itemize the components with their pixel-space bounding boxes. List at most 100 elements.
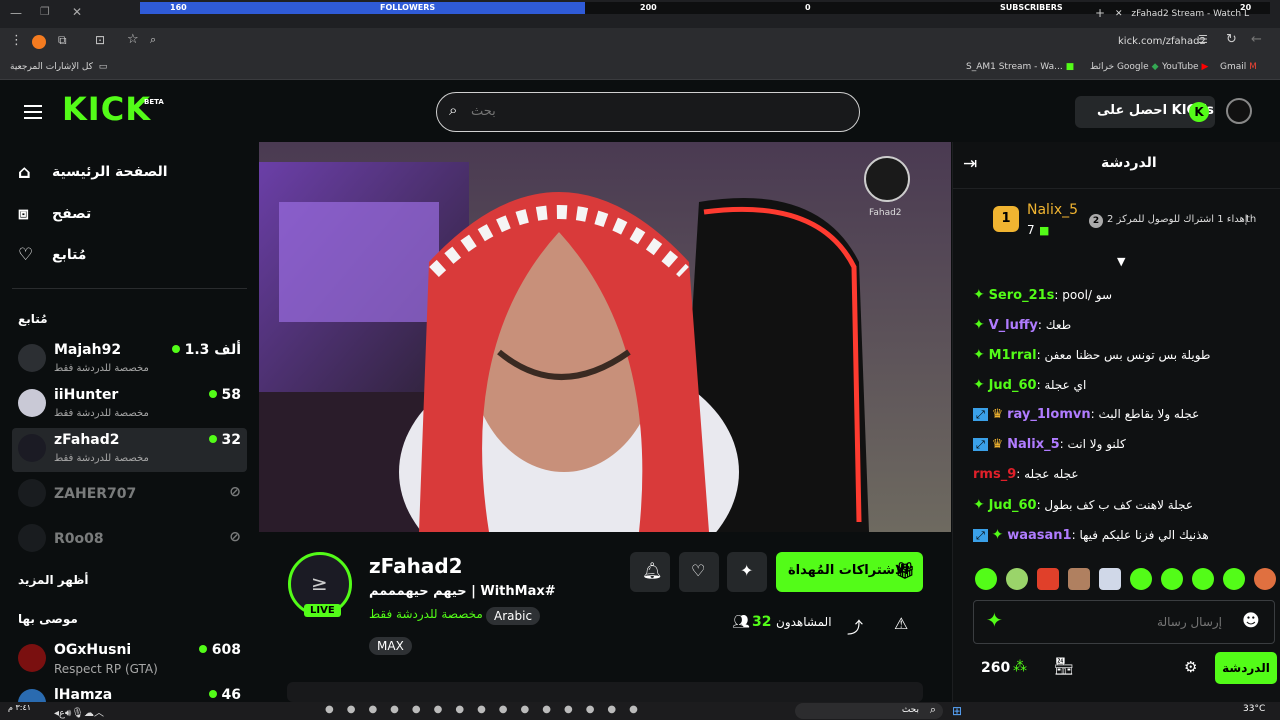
menu-dots-icon[interactable]: ⋮ — [10, 33, 23, 48]
settings-gear-icon[interactable]: ⚙ — [1184, 658, 1197, 676]
store-icon[interactable]: 🏪︎ — [1053, 657, 1075, 677]
search-input[interactable] — [469, 99, 849, 123]
recommended-channel[interactable]: lHamza 46 — [12, 683, 247, 702]
chat-username[interactable]: M1rral — [989, 348, 1037, 363]
zoom-icon[interactable]: ⌕ — [150, 33, 156, 47]
following-channel[interactable]: Majah92 مخصصة للدردشة فقط 1.3 ألف — [12, 338, 247, 382]
kick-logo[interactable]: KICK — [62, 90, 151, 128]
emote-icon[interactable] — [1223, 568, 1245, 590]
following-channel-active[interactable]: zFahad2 مخصصة للدردشة فقط 32 — [12, 428, 247, 472]
chat-input[interactable] — [1014, 611, 1224, 633]
emote-icon[interactable] — [1192, 568, 1214, 590]
emote-picker-icon[interactable]: ☻ — [1242, 611, 1260, 631]
tray-icons[interactable]: ◂ع🔊︎🎙︎☁︎︿ — [54, 704, 104, 719]
chat-input-box[interactable]: ☻ ✦ — [973, 600, 1275, 644]
emote-icon[interactable] — [1161, 568, 1183, 590]
chat-message[interactable]: ⤢ ♛ Nalix_5: كلنو ولا انت — [973, 437, 1126, 463]
chat-username[interactable]: V_luffy — [989, 318, 1038, 333]
chat-message[interactable]: rms_9: عجله عجله — [973, 467, 1079, 493]
nav-following[interactable]: ♡ مُتابع — [18, 245, 238, 275]
filter-icon[interactable]: ▼ — [1117, 255, 1125, 268]
bookmark-gmail[interactable]: Gmail M — [1220, 62, 1257, 72]
share-icon[interactable]: ⤴ — [847, 614, 863, 638]
restore-icon[interactable]: ❐ — [40, 5, 50, 18]
chat-username[interactable]: waasan1 — [1007, 528, 1071, 543]
chat-username[interactable]: Jud_60 — [989, 498, 1037, 513]
nav-browse-label: تصفح — [52, 206, 92, 222]
chat-username[interactable]: ray_1lomvn — [1007, 407, 1090, 422]
emote-icon[interactable] — [1254, 568, 1276, 590]
emote-icon[interactable] — [1130, 568, 1152, 590]
search-box[interactable]: ⌕ — [436, 92, 860, 132]
follow-button[interactable]: ♡ — [679, 552, 719, 592]
warning-icon[interactable]: ⚠ — [894, 614, 908, 633]
taskbar-apps-icon[interactable]: ●●●●●●●●●●●●●●● — [325, 704, 651, 715]
show-more-link[interactable]: أظهر المزيد — [18, 573, 89, 587]
channel-points[interactable]: 260 — [981, 660, 1010, 676]
collapse-chat-icon[interactable]: ⇥ — [963, 154, 977, 174]
chat-text: كلنو ولا انت — [1067, 437, 1126, 451]
site-settings-icon[interactable]: ☰ — [1198, 33, 1208, 46]
nav-home[interactable]: ⌂ الصفحة الرئيسية — [18, 162, 238, 192]
following-channel[interactable]: iiHunter مخصصة للدردشة فقط 58 — [12, 383, 247, 427]
heart-icon: ♡ — [691, 561, 706, 580]
taskbar-search[interactable]: بحث ⌕ — [795, 703, 943, 719]
reload-icon[interactable]: ↻ — [1226, 32, 1237, 47]
browser-tab[interactable]: ✕ zFahad2 Stream - Watch L... — [1115, 4, 1250, 24]
chat-username[interactable]: Jud_60 — [989, 378, 1037, 393]
get-kicks-button[interactable]: احصل على KICKs K — [1075, 96, 1215, 128]
emote-icon[interactable] — [975, 568, 997, 590]
chat-username[interactable]: Nalix_5 — [1007, 437, 1060, 452]
tab-search-icon[interactable]: ⊡ — [95, 33, 105, 47]
weather-temp: 33°C — [1243, 704, 1266, 714]
followers-progress — [140, 2, 585, 14]
tag-arabic[interactable]: Arabic — [486, 607, 541, 625]
emote-icon[interactable] — [1037, 568, 1059, 590]
sparkle-icon: ✦ — [986, 608, 1003, 632]
bookmark-kick-stream[interactable]: S_AM1 Stream - Wa... ■ — [966, 62, 1074, 72]
gift-subs-button[interactable]: الاشتراكات المُهداة 🎁︎ — [776, 552, 923, 592]
chat-username[interactable]: rms_9 — [973, 467, 1016, 482]
bookmark-maps[interactable]: خرائط Google ◆ — [1090, 62, 1158, 72]
bookmark-youtube[interactable]: YouTube ▶ — [1162, 62, 1208, 72]
following-channel-offline[interactable]: ZAHER707 ⊘ — [12, 473, 247, 517]
extension-icon[interactable] — [32, 35, 46, 49]
user-avatar[interactable] — [1226, 98, 1252, 124]
start-icon[interactable]: ⊞ — [952, 704, 962, 718]
emote-icon[interactable] — [1068, 568, 1090, 590]
hamburger-menu-icon[interactable] — [24, 105, 42, 119]
chat-message[interactable]: ✦ Jud_60: اي عجلة — [973, 377, 1086, 403]
bookmark-star-icon[interactable]: ☆ — [127, 32, 139, 47]
forward-icon[interactable]: ← — [1251, 32, 1262, 47]
viewer-count-value: 608 — [211, 642, 241, 658]
stream-category[interactable]: مخصصة للدردشة فقط — [369, 607, 483, 621]
channel-name[interactable]: zFahad2 — [369, 554, 463, 578]
following-channel-offline[interactable]: R0o08 ⊘ — [12, 518, 247, 562]
chat-message[interactable]: ✦ Jud_60: عجلة لاهنت كف ب كف بطول — [973, 497, 1193, 523]
url-text[interactable]: kick.com/zfahad2 — [1118, 36, 1206, 47]
new-tab-icon[interactable]: + — [1095, 6, 1105, 20]
tag-max[interactable]: MAX — [369, 637, 412, 655]
all-bookmarks[interactable]: كل الإشارات المرجعية ▭ — [10, 62, 107, 72]
emote-icon[interactable] — [1099, 568, 1121, 590]
chat-message[interactable]: ⤢ ✦ waasan1: هذنيك الي فزنا عليكم فيها — [973, 527, 1209, 553]
chat-message[interactable]: ✦ M1rral: طويلة بس تونس بس حظنا معفن — [973, 347, 1210, 373]
chat-message[interactable]: ⤢ ♛ ray_1lomvn: عجله ولا بقاطع البث — [973, 407, 1199, 433]
gmail-icon: M — [1249, 62, 1257, 72]
tab-close-icon[interactable]: ✕ — [1115, 9, 1123, 19]
sparkle-button[interactable]: ✦ — [727, 552, 767, 592]
recommended-channel[interactable]: OGxHusni Respect RP (GTA) 608 — [12, 638, 247, 682]
send-chat-button[interactable]: الدردشة — [1215, 652, 1277, 684]
gift-leaderboard[interactable]: 1 Nalix_5 7 ■ 2 إهداء 1 اشتراك للوصول لل… — [953, 189, 1280, 268]
sidebar-divider — [12, 288, 247, 289]
chat-username[interactable]: Sero_21s — [989, 288, 1055, 303]
chat-message[interactable]: ✦ Sero_21s: pool/ سو — [973, 287, 1112, 313]
nav-browse[interactable]: ⧈ تصفح — [18, 204, 238, 234]
emote-icon[interactable] — [1006, 568, 1028, 590]
notification-bell-button[interactable]: 🔔︎ — [630, 552, 670, 592]
minimize-icon[interactable]: — — [10, 6, 22, 20]
cast-icon[interactable]: ⧉ — [58, 33, 67, 48]
video-player[interactable]: Fahad2 — [259, 142, 951, 532]
close-window-icon[interactable]: ✕ — [72, 5, 82, 19]
chat-message[interactable]: ✦ V_luffy: طعك — [973, 317, 1071, 343]
